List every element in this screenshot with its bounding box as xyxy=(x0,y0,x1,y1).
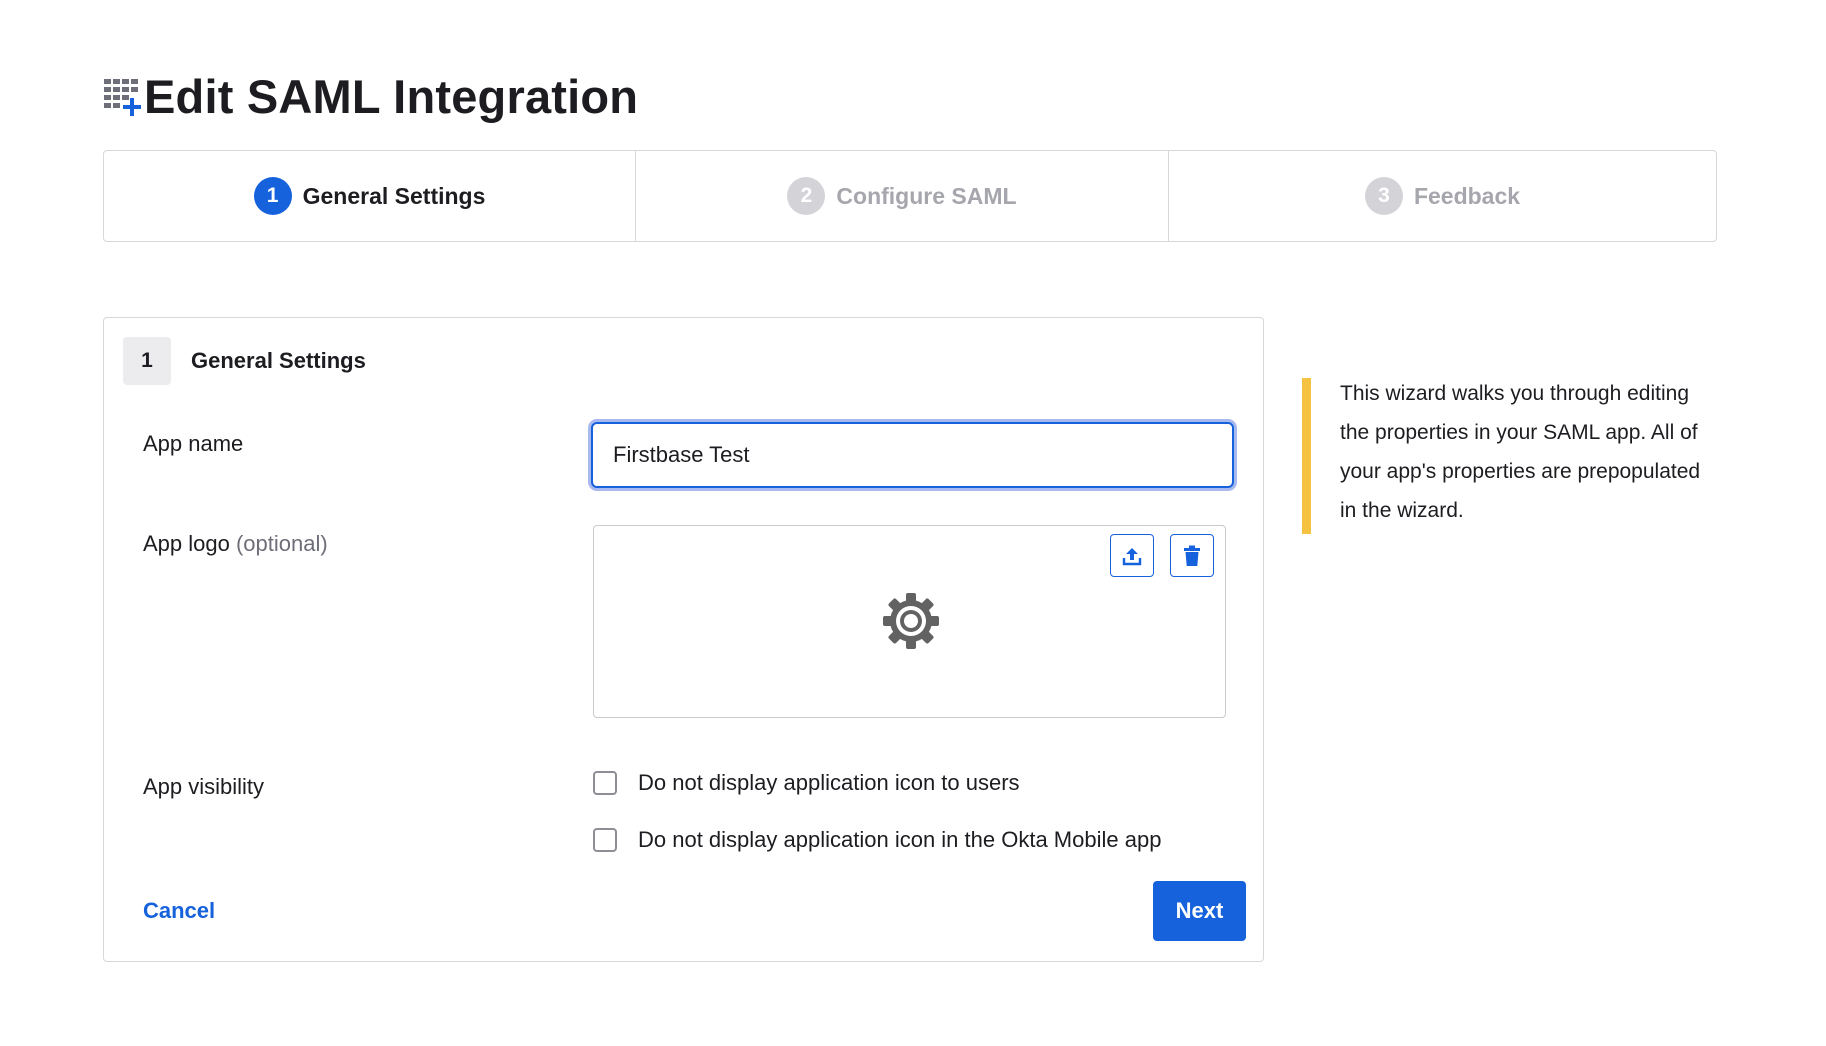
step-number: 1 xyxy=(253,177,292,215)
checkbox-label: Do not display application icon in the O… xyxy=(638,827,1162,852)
step-general-settings: 1 General Settings xyxy=(104,151,635,241)
wizard-info-callout: This wizard walks you through editing th… xyxy=(1302,378,1722,534)
upload-logo-button[interactable] xyxy=(1110,534,1154,577)
general-settings-card: 1 General Settings App name App logo (op… xyxy=(103,317,1264,962)
delete-logo-button[interactable] xyxy=(1170,534,1214,577)
optional-hint: (optional) xyxy=(235,531,328,556)
section-header: 1 General Settings xyxy=(123,337,366,385)
step-label: Configure SAML xyxy=(836,182,1017,209)
trash-icon xyxy=(1184,545,1200,566)
callout-text: This wizard walks you through editing th… xyxy=(1340,382,1701,522)
page: Edit SAML Integration 1 General Settings… xyxy=(0,0,1826,1046)
page-header: Edit SAML Integration xyxy=(102,66,638,126)
visibility-option-mobile[interactable]: Do not display application icon in the O… xyxy=(593,827,1161,853)
app-visibility-label: App visibility xyxy=(143,774,265,799)
app-logo-dropzone[interactable] xyxy=(593,525,1226,718)
step-feedback: 3 Feedback xyxy=(1168,151,1716,241)
section-title: General Settings xyxy=(191,348,366,373)
callout-accent-bar xyxy=(1302,378,1311,534)
app-logo-label: App logo (optional) xyxy=(143,531,328,557)
section-number: 1 xyxy=(123,337,171,385)
cancel-button[interactable]: Cancel xyxy=(143,898,215,924)
page-title: Edit SAML Integration xyxy=(144,69,639,123)
app-name-label: App name xyxy=(143,431,244,456)
step-number: 2 xyxy=(787,177,826,215)
hide-icon-mobile-checkbox[interactable] xyxy=(593,828,617,852)
wizard-steps: 1 General Settings 2 Configure SAML 3 Fe… xyxy=(103,150,1717,242)
step-configure-saml: 2 Configure SAML xyxy=(635,151,1168,241)
app-logo-label-text: App logo xyxy=(143,531,230,556)
step-label: Feedback xyxy=(1413,182,1521,209)
next-button[interactable]: Next xyxy=(1153,881,1246,941)
upload-icon xyxy=(1122,547,1142,565)
checkbox-label: Do not display application icon to users xyxy=(638,770,1020,795)
app-grid-plus-icon xyxy=(104,79,141,116)
gear-icon xyxy=(883,593,939,649)
step-label: General Settings xyxy=(302,182,486,209)
visibility-option-users[interactable]: Do not display application icon to users xyxy=(593,770,1020,796)
hide-icon-users-checkbox[interactable] xyxy=(593,771,617,795)
app-name-input[interactable] xyxy=(591,422,1234,488)
step-number: 3 xyxy=(1364,177,1403,215)
